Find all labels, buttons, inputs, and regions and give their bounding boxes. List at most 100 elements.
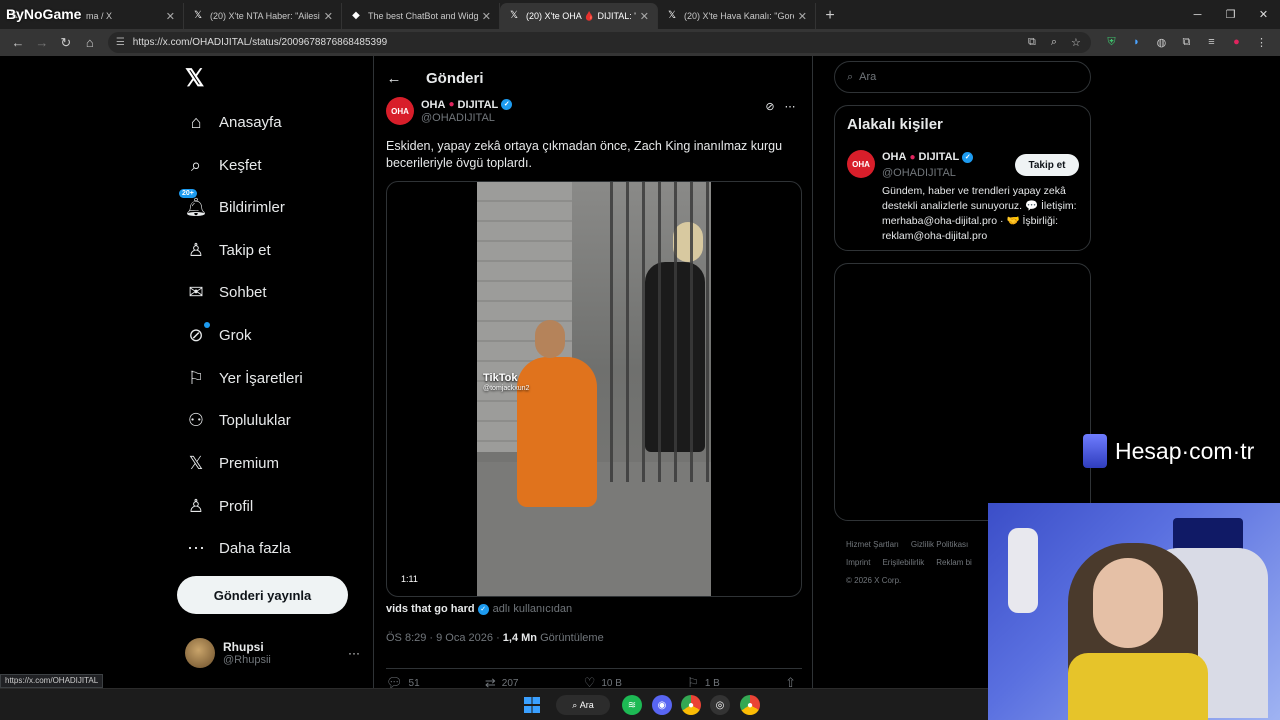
obs-icon[interactable]: ◎: [710, 695, 730, 715]
site-info-icon[interactable]: ☰: [116, 37, 125, 48]
x-logo-icon: 𝕏: [193, 10, 203, 21]
reply-button[interactable]: 💬︎ 51: [386, 675, 420, 688]
post-meta: ÖS 8:29 · 9 Oca 2026 · 1,4 Mn Görüntülem…: [386, 632, 604, 644]
chrome-icon[interactable]: ●: [681, 695, 701, 715]
back-icon[interactable]: ←: [6, 32, 30, 54]
page-title: Gönderi: [426, 69, 484, 87]
repost-button[interactable]: ⇄ 207: [485, 675, 519, 688]
post-time[interactable]: ÖS 8:29 · 9 Oca 2026 ·: [386, 632, 503, 644]
like-button[interactable]: ♡ 10 B: [584, 675, 622, 688]
url-text: https://x.com/OHADIJITAL/status/20096788…: [132, 37, 388, 48]
nav-grok[interactable]: ⊘ Grok: [185, 320, 252, 350]
bookmark-button[interactable]: ⚐ 1 B: [687, 675, 720, 688]
taskbar-search[interactable]: ⌕ Ara: [556, 695, 610, 715]
related-name-left: OHA: [882, 151, 907, 163]
puzzle-icon[interactable]: ⧉: [1174, 36, 1199, 49]
nav-profile[interactable]: ♙ Profil: [185, 491, 253, 521]
minimize-icon[interactable]: ─: [1181, 0, 1214, 29]
related-title: Alakalı kişiler: [847, 116, 943, 133]
more-icon[interactable]: ⋯: [780, 100, 800, 113]
url-field[interactable]: ☰ https://x.com/OHADIJITAL/status/200967…: [107, 32, 1091, 53]
avatar-icon[interactable]: ●: [1224, 36, 1249, 49]
browser-tab[interactable]: ◆ The best ChatBot and Widgets ✕: [342, 3, 500, 29]
avatar[interactable]: OHA: [386, 97, 414, 125]
omnibox-actions: ⧉ ⌕ ☆: [1021, 36, 1087, 49]
nav-home[interactable]: ⌂ Anasayfa: [185, 107, 282, 137]
search-input[interactable]: ⌕ Ara: [834, 61, 1091, 93]
nav-premium[interactable]: 𝕏 Premium: [185, 448, 279, 478]
related-name[interactable]: OHA ● DIJITAL ✓: [882, 151, 974, 163]
share-icon: ⇧: [785, 675, 796, 688]
zoom-icon[interactable]: ⌕: [1043, 36, 1065, 49]
nav-more[interactable]: ⋯ Daha fazla: [185, 533, 291, 563]
post-author[interactable]: OHA OHA ● DIJITAL ✓ @OHADIJITAL: [386, 97, 513, 125]
playlist-icon[interactable]: ≡: [1199, 36, 1224, 49]
watermark-text: TikTok: [483, 372, 518, 384]
forward-icon[interactable]: →: [30, 32, 54, 54]
footer-link[interactable]: Reklam bi: [936, 558, 972, 567]
blood-drop-icon: ●: [448, 99, 455, 110]
shield-icon[interactable]: ⛨: [1099, 36, 1124, 49]
browser-tab[interactable]: 𝕏 (20) X'te Hava Kanalı: "Goretti I ✕: [658, 3, 816, 29]
close-icon[interactable]: ✕: [482, 10, 491, 23]
extension-icon[interactable]: ◗: [1124, 36, 1149, 49]
streamer-face: [1093, 558, 1163, 648]
restore-icon[interactable]: ❐: [1214, 0, 1247, 29]
nav-communities[interactable]: ⚇ Topluluklar: [185, 405, 291, 435]
video-player[interactable]: TikTok @tomjackxun2 1:11: [386, 181, 802, 597]
back-arrow-icon[interactable]: ←: [374, 70, 414, 87]
new-tab-button[interactable]: +: [816, 3, 844, 29]
extensions-bar: ⛨ ◗ ◍ ⧉ ≡ ● ⋮: [1099, 36, 1274, 49]
chrome-profile-icon[interactable]: ●: [740, 695, 760, 715]
nav-follow[interactable]: ♙ Takip et: [185, 235, 271, 265]
menu-icon[interactable]: ⋮: [1249, 36, 1274, 49]
share-button[interactable]: ⇧: [785, 675, 802, 688]
account-switcher[interactable]: Rhupsi @Rhupsii ···: [185, 638, 360, 668]
spotify-icon[interactable]: ≋: [622, 695, 642, 715]
copyright: © 2026 X Corp.: [846, 576, 902, 585]
home-icon: ⌂: [190, 111, 202, 132]
reload-icon[interactable]: ↻: [54, 32, 78, 54]
author-name[interactable]: OHA ● DIJITAL ✓: [421, 99, 513, 111]
verified-badge-icon: ✓: [962, 151, 974, 163]
grok-icon[interactable]: ⊘: [760, 100, 780, 113]
close-icon[interactable]: ✕: [640, 10, 649, 23]
browser-tab-strip: 𝕏 ma / X ✕ 𝕏 (20) X'te NTA Haber: "Ailes…: [0, 0, 1280, 29]
related-handle[interactable]: @OHADIJITAL: [882, 167, 956, 179]
close-icon[interactable]: ✕: [798, 10, 807, 23]
discord-icon[interactable]: ◉: [652, 695, 672, 715]
nav-notifications[interactable]: 🔔︎ 20+ Bildirimler: [179, 189, 285, 222]
nav-messages[interactable]: ✉ Sohbet: [185, 277, 266, 307]
close-window-icon[interactable]: ✕: [1247, 0, 1280, 29]
browser-tab[interactable]: 𝕏 (20) X'te NTA Haber: "Ailesiyle I ✕: [184, 3, 342, 29]
post-button[interactable]: Gönderi yayınla: [177, 576, 348, 614]
x-logo-icon[interactable]: 𝕏: [185, 64, 204, 93]
webcam-overlay: [988, 503, 1280, 720]
start-button[interactable]: [522, 695, 542, 715]
video-scene: [597, 182, 711, 482]
avatar[interactable]: OHA: [847, 150, 875, 178]
footer-link[interactable]: Gizlilik Politikası: [911, 540, 968, 549]
video-source[interactable]: vids that go hard ✓ adlı kullanıcıdan: [386, 603, 572, 615]
hesap-logo-icon: [1083, 434, 1107, 468]
extension-icon[interactable]: ◍: [1149, 36, 1174, 49]
cast-icon[interactable]: ⧉: [1021, 36, 1043, 49]
source-name[interactable]: vids that go hard: [386, 603, 475, 615]
close-icon[interactable]: ✕: [324, 10, 333, 23]
follow-button[interactable]: Takip et: [1015, 154, 1079, 176]
video-duration: 1:11: [401, 574, 418, 584]
home-icon[interactable]: ⌂: [78, 32, 102, 54]
browser-tab-active[interactable]: 𝕏 (20) X'te OHA 🩸 DIJITAL: "Eski ✕: [500, 3, 658, 29]
more-icon[interactable]: ···: [348, 646, 360, 660]
nav-label: Premium: [219, 454, 280, 472]
bookmark-star-icon[interactable]: ☆: [1065, 36, 1087, 49]
author-handle[interactable]: @OHADIJITAL: [421, 112, 512, 124]
footer-link[interactable]: Hizmet Şartları: [846, 540, 899, 549]
nav-explore[interactable]: ⌕ Keşfet: [185, 150, 262, 180]
video-frame[interactable]: TikTok @tomjackxun2: [477, 182, 711, 596]
nav-bookmarks[interactable]: ⚐ Yer İşaretleri: [185, 363, 303, 393]
close-icon[interactable]: ✕: [166, 10, 175, 23]
footer-link[interactable]: Erişilebilirlik: [882, 558, 924, 567]
footer-link[interactable]: Imprint: [846, 558, 870, 567]
hesap-overlay-logo: Hesap ·com·tr: [1083, 433, 1254, 469]
